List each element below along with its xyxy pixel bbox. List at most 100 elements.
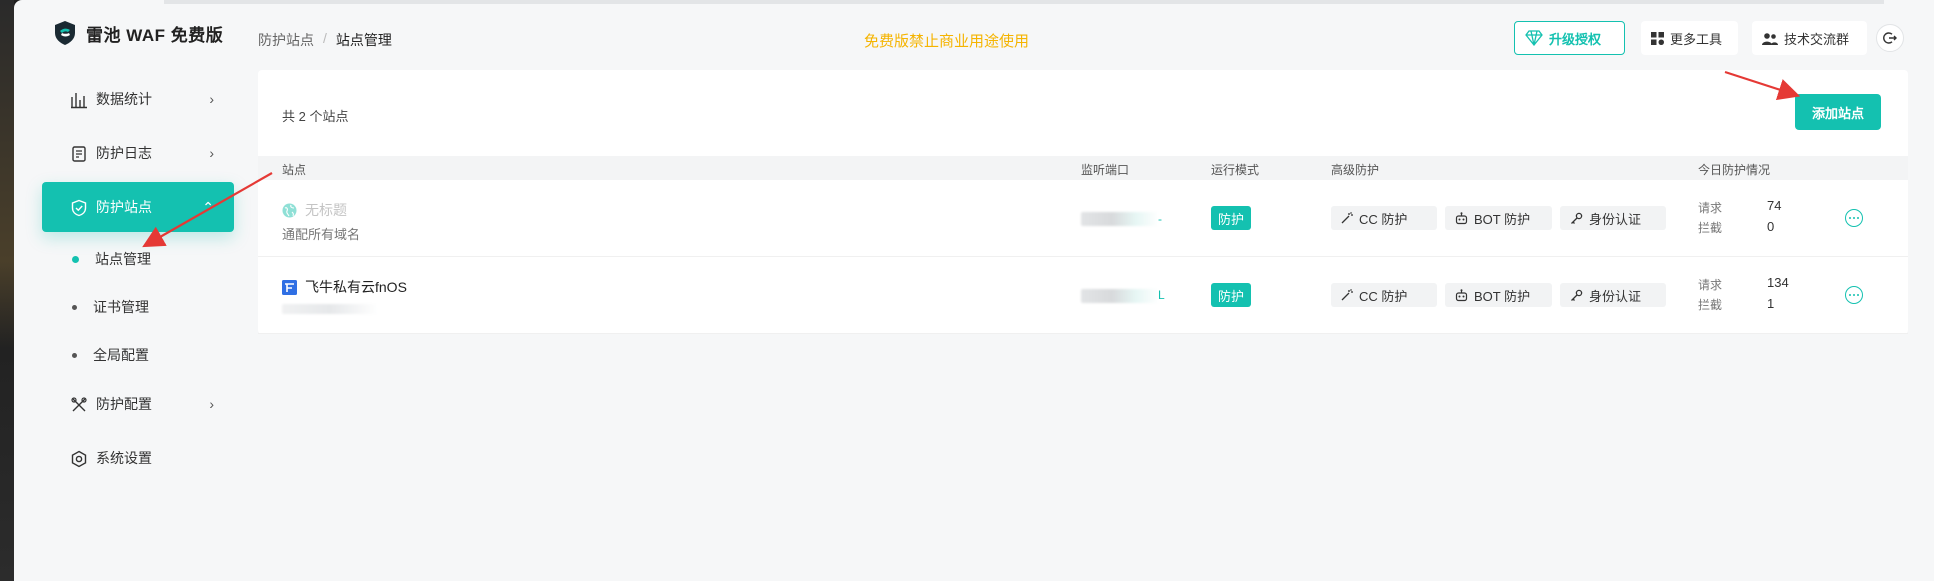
subnav-global-config[interactable]: 全局配置 [72, 345, 149, 365]
sidebar-item-label: 防护日志 [96, 145, 152, 161]
port-suffix: - [1158, 212, 1162, 226]
auth-protection-button[interactable]: 身份认证 [1560, 283, 1666, 307]
sidebar-item-label: 防护站点 [96, 199, 152, 215]
app-title: 雷池 WAF 免费版 [86, 25, 224, 45]
logout-button[interactable] [1876, 24, 1904, 52]
desktop-edge [0, 0, 14, 581]
subnav-site-management[interactable]: 站点管理 [72, 249, 151, 269]
breadcrumb-current: 站点管理 [335, 32, 392, 48]
license-notice: 免费版禁止商业用途使用 [864, 33, 1030, 50]
community-button[interactable]: 技术交流群 [1752, 21, 1867, 55]
diamond-icon [1525, 30, 1543, 46]
tools-icon [71, 397, 87, 412]
breadcrumb: 防护站点 / 站点管理 [258, 30, 392, 50]
gear-icon [71, 450, 87, 468]
redacted-domain [282, 304, 378, 314]
globe-icon [282, 203, 297, 217]
requests-label: 请求 [1698, 278, 1723, 292]
chevron-right-icon: › [209, 91, 214, 107]
chevron-right-icon: › [209, 145, 214, 161]
chevron-right-icon: › [209, 396, 214, 412]
bullet-icon [72, 352, 77, 358]
subnav-label: 证书管理 [93, 299, 149, 315]
bullet-icon [72, 304, 77, 310]
add-site-button[interactable]: 添加站点 [1795, 94, 1881, 130]
shield-icon [71, 199, 87, 217]
key-icon [1571, 289, 1583, 301]
sidebar-item-sites[interactable]: 防护站点 ⌃ [42, 182, 234, 232]
sidebar-item-label: 数据统计 [96, 91, 152, 107]
sidebar-item-label: 防护配置 [96, 396, 152, 412]
site-name-text: 无标题 [305, 202, 347, 218]
requests-count: 134 [1767, 275, 1789, 290]
requests-count: 74 [1767, 198, 1782, 213]
cc-protection-button[interactable]: CC 防护 [1331, 206, 1437, 230]
site-name-text: 飞牛私有云fnOS [305, 279, 407, 295]
protection-label: CC 防护 [1359, 211, 1408, 227]
table-row[interactable]: 飞牛私有云fnOS L 防护 CC 防护 BOT 防护 身份认证 请求 134 … [258, 257, 1908, 334]
sidebar-item-protection-config[interactable]: 防护配置 › [42, 379, 234, 429]
bot-protection-button[interactable]: BOT 防护 [1445, 206, 1552, 230]
auth-protection-button[interactable]: 身份认证 [1560, 206, 1666, 230]
users-icon [1762, 32, 1778, 45]
bar-chart-icon [71, 93, 87, 109]
subnav-label: 站点管理 [95, 251, 151, 267]
fnos-logo-icon [282, 279, 297, 295]
more-actions-icon[interactable] [1845, 286, 1863, 304]
log-icon [72, 146, 86, 162]
mode-badge[interactable]: 防护 [1211, 283, 1252, 307]
chevron-up-icon: ⌃ [202, 199, 214, 215]
column-header: 监听端口 [1081, 163, 1130, 177]
protection-label: CC 防护 [1359, 288, 1408, 304]
table-row[interactable]: 无标题 通配所有域名 - 防护 CC 防护 BOT 防护 身份认证 请求 74 … [258, 180, 1908, 257]
redacted-port [1081, 289, 1159, 303]
column-header: 高级防护 [1331, 163, 1380, 177]
breadcrumb-parent[interactable]: 防护站点 [258, 30, 314, 50]
upgrade-label: 升级授权 [1549, 31, 1602, 47]
more-tools-button[interactable]: 更多工具 [1641, 21, 1738, 55]
upgrade-button[interactable]: 升级授权 [1514, 21, 1625, 55]
column-header: 运行模式 [1211, 163, 1260, 177]
top-bar-edge [164, 0, 1884, 4]
grid-icon [1651, 31, 1664, 45]
blocked-label: 拦截 [1698, 298, 1723, 312]
bot-protection-button[interactable]: BOT 防护 [1445, 283, 1552, 307]
site-domain: 通配所有域名 [282, 227, 361, 242]
sidebar-item-label: 系统设置 [96, 450, 152, 466]
blocked-label: 拦截 [1698, 221, 1723, 235]
sidebar-item-stats[interactable]: 数据统计 › [42, 74, 234, 124]
protection-label: BOT 防护 [1474, 288, 1531, 304]
sidebar-item-logs[interactable]: 防护日志 › [42, 128, 234, 178]
protection-label: BOT 防护 [1474, 211, 1531, 227]
site-name[interactable]: 飞牛私有云fnOS [282, 277, 407, 297]
site-name[interactable]: 无标题 [282, 200, 347, 220]
robot-icon [1455, 211, 1468, 224]
mode-badge[interactable]: 防护 [1211, 206, 1252, 230]
key-icon [1571, 212, 1583, 224]
site-count: 共 2 个站点 [282, 109, 349, 124]
wand-icon [1341, 289, 1353, 301]
column-header: 今日防护情况 [1698, 163, 1771, 177]
sidebar: 雷池 WAF 免费版 数据统计 › 防护日志 › 防护站点 ⌃ 站点管理 证书管… [14, 0, 262, 581]
community-label: 技术交流群 [1784, 31, 1850, 47]
app-window: 雷池 WAF 免费版 数据统计 › 防护日志 › 防护站点 ⌃ 站点管理 证书管… [14, 0, 1934, 581]
logo: 雷池 WAF 免费版 [54, 20, 223, 46]
subnav-certificates[interactable]: 证书管理 [72, 297, 149, 317]
table-header: 站点 监听端口 运行模式 高级防护 今日防护情况 [258, 156, 1908, 180]
protection-label: 身份认证 [1589, 288, 1642, 304]
site-list-card: 共 2 个站点 添加站点 站点 监听端口 运行模式 高级防护 今日防护情况 无标… [258, 70, 1908, 334]
blocked-count: 1 [1767, 296, 1775, 311]
safeline-logo-icon [55, 21, 75, 45]
sidebar-item-system-settings[interactable]: 系统设置 [42, 433, 234, 483]
robot-icon [1455, 288, 1468, 301]
column-header: 站点 [282, 163, 307, 177]
requests-label: 请求 [1698, 201, 1723, 215]
port-suffix: L [1158, 288, 1165, 302]
wand-icon [1341, 212, 1353, 224]
redacted-port [1081, 212, 1159, 226]
blocked-count: 0 [1767, 219, 1775, 234]
more-actions-icon[interactable] [1845, 209, 1863, 227]
subnav-label: 全局配置 [93, 347, 149, 363]
bullet-icon [72, 255, 79, 263]
cc-protection-button[interactable]: CC 防护 [1331, 283, 1437, 307]
